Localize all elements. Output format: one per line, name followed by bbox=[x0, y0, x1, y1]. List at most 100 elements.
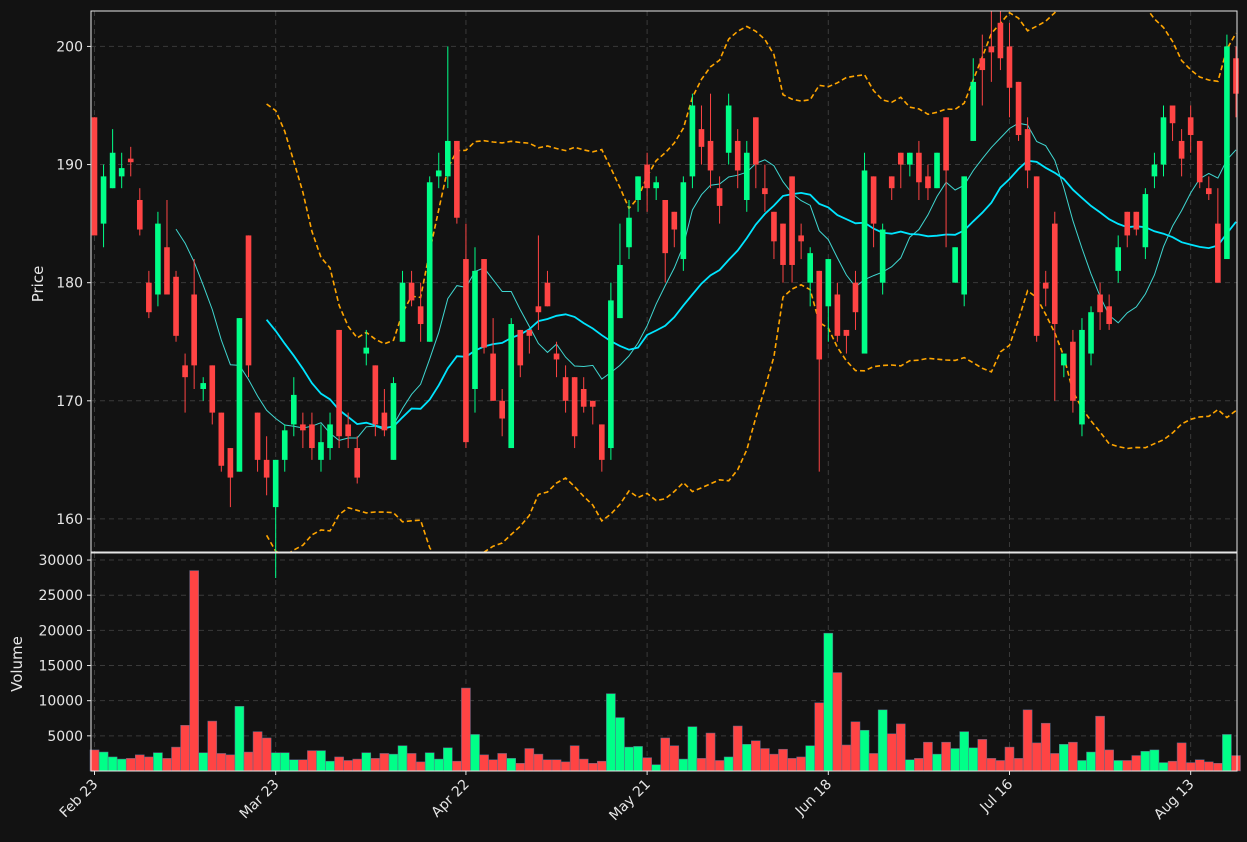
candle-body bbox=[454, 140, 460, 218]
candle-body bbox=[200, 383, 207, 389]
volume-bar bbox=[1131, 755, 1142, 772]
candle-body bbox=[127, 158, 134, 163]
volume-bar bbox=[1013, 758, 1024, 772]
volume-bar bbox=[696, 758, 707, 772]
candle-body bbox=[916, 152, 922, 183]
candle-body bbox=[1006, 46, 1013, 88]
volume-bar bbox=[551, 759, 562, 772]
volume-bar bbox=[1185, 762, 1196, 772]
volume-bar bbox=[479, 754, 489, 772]
candle-body bbox=[689, 105, 696, 177]
candle-body bbox=[897, 152, 904, 165]
volume-bar bbox=[606, 693, 616, 772]
candle-body bbox=[843, 329, 850, 336]
volume-bar bbox=[125, 758, 136, 772]
volume-bar bbox=[325, 760, 335, 772]
volume-bar bbox=[805, 745, 815, 772]
volume-bar bbox=[198, 752, 208, 772]
volume-bar bbox=[1068, 741, 1078, 772]
volume-tick-label: 25000 bbox=[38, 588, 83, 604]
volume-bar bbox=[1113, 760, 1123, 772]
candle-body bbox=[653, 182, 659, 189]
candle-body bbox=[970, 81, 977, 141]
volume-bar bbox=[298, 759, 308, 772]
volume-bar bbox=[1031, 742, 1042, 772]
candle-body bbox=[109, 152, 116, 189]
volume-bar bbox=[107, 756, 118, 772]
candle-body bbox=[327, 424, 333, 449]
volume-tick-label: 30000 bbox=[38, 553, 83, 569]
candle-body bbox=[517, 329, 524, 366]
candle-body bbox=[426, 182, 433, 342]
candle-body bbox=[716, 188, 723, 206]
volume-bar bbox=[433, 758, 444, 772]
volume-bar bbox=[986, 758, 997, 772]
candle-body bbox=[363, 347, 370, 354]
candle-body bbox=[146, 282, 152, 313]
volume-bar bbox=[144, 756, 154, 772]
volume-tick-label: 5000 bbox=[47, 729, 83, 745]
candle-body bbox=[1042, 282, 1049, 289]
volume-bar bbox=[334, 756, 344, 772]
volume-bar bbox=[914, 758, 924, 772]
volume-bar bbox=[560, 761, 571, 772]
volume-bar bbox=[279, 752, 290, 772]
candle-body bbox=[164, 247, 170, 295]
volume-bar bbox=[841, 744, 852, 772]
candle-body bbox=[254, 412, 261, 460]
volume-bar bbox=[787, 758, 797, 772]
volume-bar bbox=[832, 672, 843, 772]
candle-body bbox=[1024, 129, 1031, 171]
volume-bar bbox=[1095, 715, 1105, 772]
candle-body bbox=[191, 294, 197, 366]
volume-bar bbox=[778, 748, 788, 772]
candle-body bbox=[290, 394, 297, 425]
volume-bar bbox=[443, 747, 453, 772]
candle-body bbox=[300, 424, 306, 431]
volume-axis-label: Volume bbox=[8, 636, 26, 692]
volume-bar bbox=[932, 753, 942, 772]
volume-bar bbox=[135, 754, 145, 772]
volume-bar bbox=[162, 758, 172, 772]
volume-bar bbox=[642, 757, 652, 772]
volume-bar bbox=[995, 760, 1006, 772]
candle-body bbox=[562, 377, 569, 401]
volume-bar bbox=[542, 759, 553, 772]
candle-body bbox=[834, 294, 841, 336]
candle-body bbox=[1133, 211, 1140, 230]
candle-body bbox=[490, 353, 496, 401]
candle-body bbox=[798, 235, 804, 242]
volume-bar bbox=[1122, 760, 1133, 772]
candle-body bbox=[807, 253, 813, 283]
volume-bar bbox=[406, 753, 417, 772]
candle-body bbox=[445, 140, 451, 177]
candle-body bbox=[218, 412, 225, 466]
volume-bar bbox=[760, 748, 770, 772]
volume-bar bbox=[1040, 722, 1051, 772]
candle-body bbox=[435, 170, 442, 177]
candle-body bbox=[753, 117, 759, 165]
volume-bar bbox=[243, 751, 254, 772]
volume-bar bbox=[488, 759, 498, 772]
volume-bar bbox=[950, 748, 960, 772]
volume-bar bbox=[823, 632, 834, 772]
candle-body bbox=[1015, 81, 1022, 136]
price-tick-label: 200 bbox=[56, 39, 83, 55]
candle-body bbox=[118, 168, 125, 177]
price-tick-label: 170 bbox=[56, 394, 83, 410]
volume-bar bbox=[352, 758, 362, 772]
candle-body bbox=[236, 318, 243, 472]
candle-body bbox=[508, 324, 515, 449]
candle-body bbox=[961, 176, 968, 295]
volume-bar bbox=[524, 748, 535, 772]
candle-body bbox=[680, 182, 687, 260]
candle-body bbox=[1215, 223, 1221, 283]
candle-body bbox=[182, 365, 188, 378]
volume-bar bbox=[461, 687, 471, 772]
candle-body bbox=[535, 306, 542, 313]
candle-body bbox=[925, 176, 931, 189]
candle-body bbox=[1088, 312, 1094, 354]
candle-body bbox=[309, 424, 315, 449]
candle-body bbox=[626, 217, 632, 248]
candle-body bbox=[1151, 164, 1158, 177]
